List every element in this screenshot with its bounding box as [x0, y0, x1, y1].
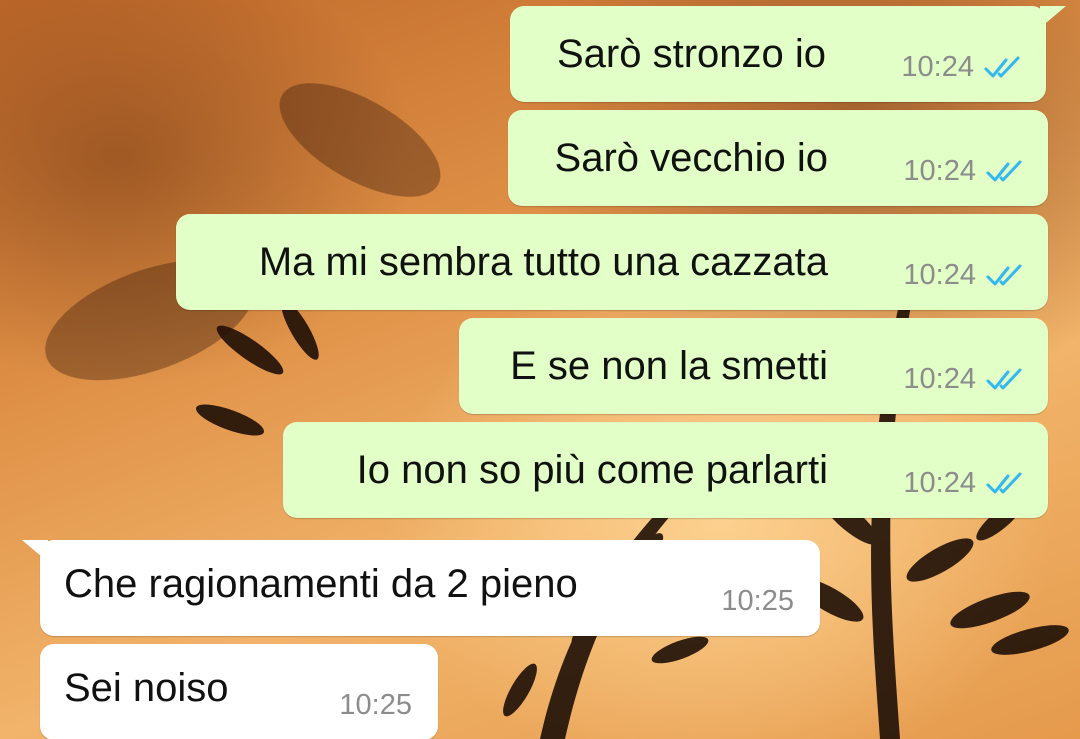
- message-meta: 10:24: [903, 259, 1026, 292]
- message-text: Sarò stronzo io: [556, 32, 826, 76]
- message-meta: 10:24: [903, 155, 1026, 188]
- message-text: Che ragionamenti da 2 pieno: [64, 562, 578, 606]
- message-meta: 10:25: [339, 689, 412, 722]
- message-meta: 10:24: [903, 467, 1026, 500]
- message-bubble-outgoing[interactable]: Ma mi sembra tutto una cazzata 10:24: [176, 214, 1048, 310]
- message-meta: 10:24: [903, 363, 1026, 396]
- message-text: Sarò vecchio io: [554, 136, 828, 180]
- message-meta: 10:25: [721, 585, 794, 618]
- message-time: 10:25: [721, 585, 794, 617]
- message-text: E se non la smetti: [510, 344, 828, 388]
- read-double-check-icon: [986, 472, 1022, 493]
- message-time: 10:24: [903, 363, 976, 395]
- read-double-check-icon: [986, 368, 1022, 389]
- message-bubble-incoming[interactable]: Che ragionamenti da 2 pieno 10:25: [22, 540, 820, 636]
- message-time: 10:24: [903, 259, 976, 291]
- message-bubble-outgoing[interactable]: Io non so più come parlarti 10:24: [283, 422, 1048, 518]
- message-bubble-outgoing[interactable]: E se non la smetti 10:24: [459, 318, 1048, 414]
- chat-message-list[interactable]: Sarò stronzo io 10:24 Sarò vecchio io 10…: [0, 0, 1080, 739]
- message-text: Sei noiso: [64, 666, 229, 710]
- message-bubble-outgoing[interactable]: Sarò stronzo io 10:24: [510, 6, 1066, 102]
- read-double-check-icon: [986, 264, 1022, 285]
- bubble-tail: [1040, 6, 1066, 28]
- message-time: 10:24: [901, 51, 974, 83]
- read-double-check-icon: [984, 56, 1020, 77]
- message-time: 10:24: [903, 155, 976, 187]
- message-meta: 10:24: [901, 51, 1024, 84]
- message-text: Io non so più come parlarti: [356, 448, 828, 492]
- message-bubble-outgoing[interactable]: Sarò vecchio io 10:24: [508, 110, 1048, 206]
- message-time: 10:25: [339, 689, 412, 721]
- message-time: 10:24: [903, 467, 976, 499]
- message-text: Ma mi sembra tutto una cazzata: [258, 240, 828, 284]
- bubble-tail: [22, 540, 48, 562]
- read-double-check-icon: [986, 160, 1022, 181]
- message-bubble-incoming[interactable]: Sei noiso 10:25: [40, 644, 438, 739]
